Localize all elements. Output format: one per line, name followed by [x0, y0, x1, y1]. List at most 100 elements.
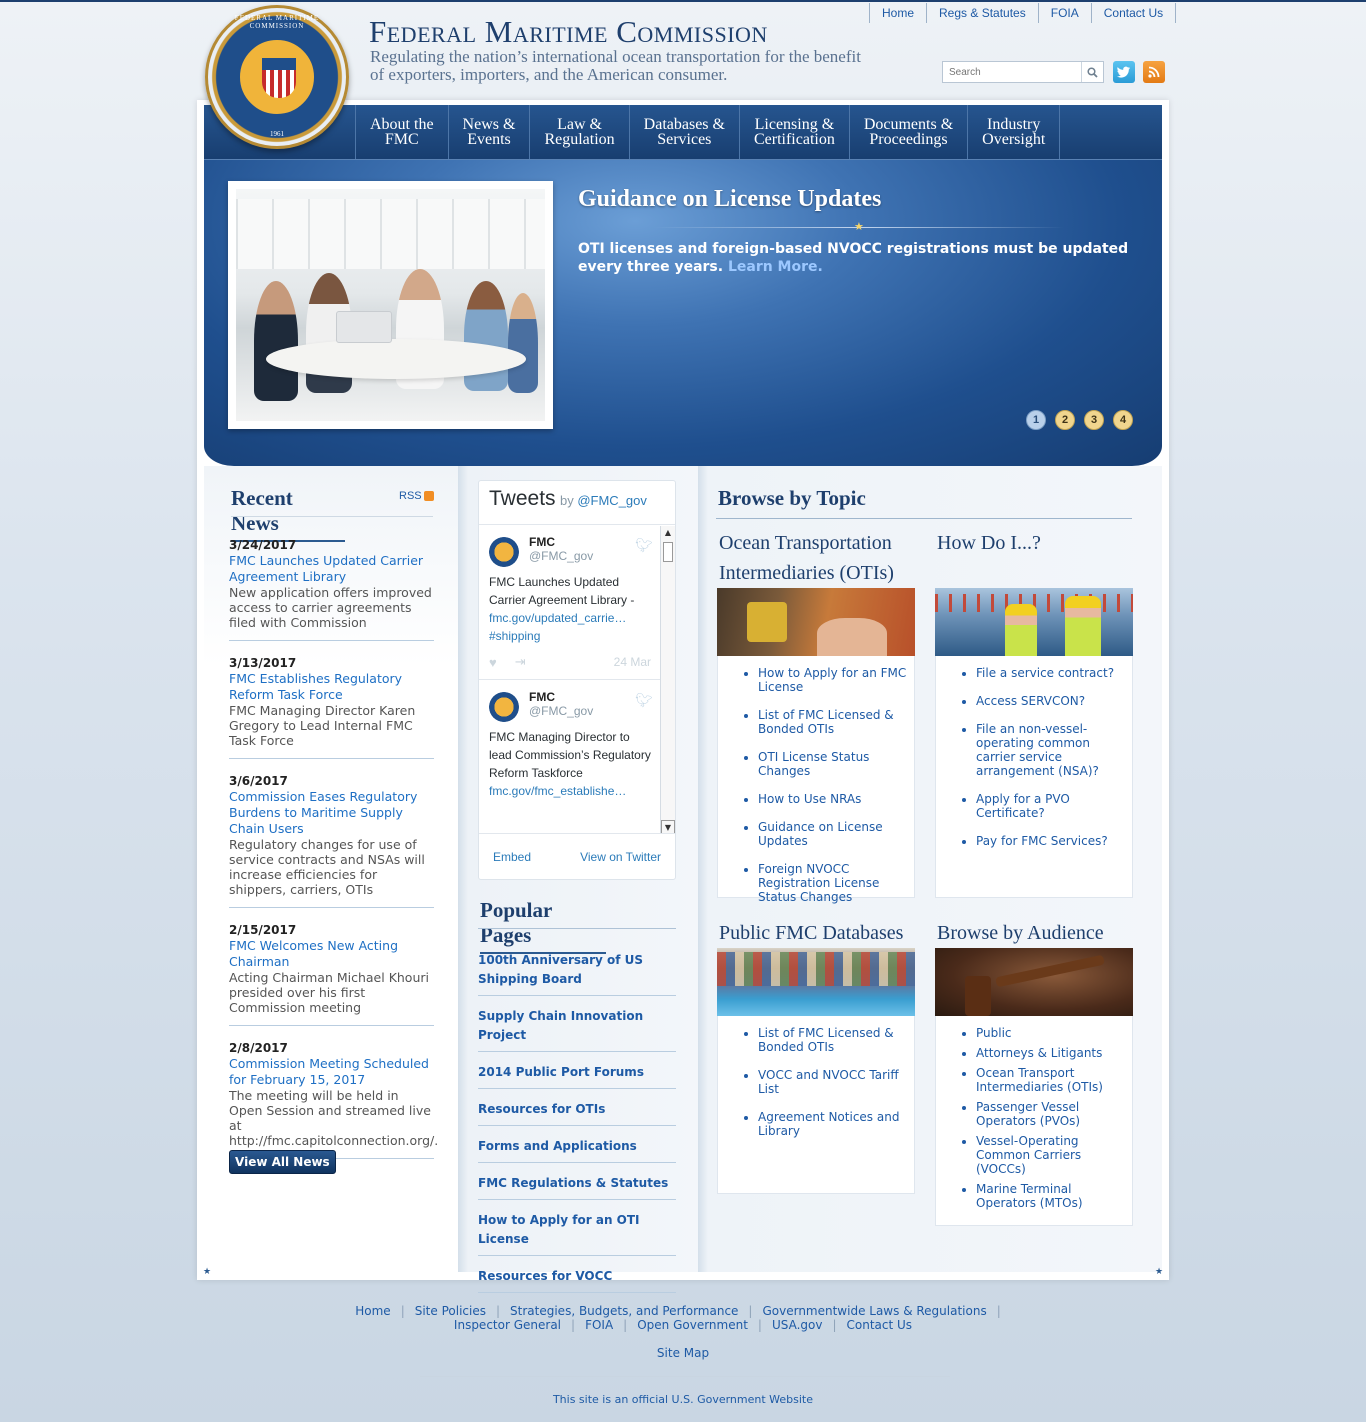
- topic-link[interactable]: Passenger Vessel Operators (PVOs): [976, 1100, 1080, 1128]
- popular-page-link[interactable]: Resources for OTIs: [478, 1102, 605, 1116]
- site-map-link[interactable]: Site Map: [657, 1346, 709, 1360]
- util-foia-link[interactable]: FOIA: [1039, 3, 1092, 23]
- news-title-link[interactable]: Commission Eases Regulatory Burdens to M…: [229, 789, 434, 837]
- tweets-scrollbar[interactable]: ▲ ▼: [660, 526, 675, 834]
- hero-photo-frame[interactable]: [228, 181, 553, 429]
- popular-page-link[interactable]: Forms and Applications: [478, 1139, 637, 1153]
- tweets-handle-link[interactable]: @FMC_gov: [577, 493, 647, 508]
- view-all-news-button[interactable]: View All News: [229, 1150, 336, 1174]
- topic-link[interactable]: How to Use NRAs: [758, 792, 861, 806]
- footer-link[interactable]: Inspector General: [454, 1318, 561, 1332]
- topic-link[interactable]: Access SERVCON?: [976, 694, 1085, 708]
- avatar[interactable]: [489, 537, 519, 567]
- recent-news-rss-link[interactable]: RSS: [399, 490, 434, 502]
- slide-dot-4[interactable]: 4: [1113, 410, 1133, 430]
- topic-title[interactable]: How Do I...?: [935, 528, 1133, 588]
- rss-button[interactable]: [1143, 61, 1165, 83]
- embed-link[interactable]: Embed: [493, 850, 531, 864]
- topic-image-forklift[interactable]: [717, 588, 915, 656]
- tweet-author-handle[interactable]: @FMC_gov: [529, 704, 651, 718]
- footer-link[interactable]: Open Government: [637, 1318, 748, 1332]
- twitter-button[interactable]: [1113, 61, 1135, 83]
- footer-link[interactable]: Strategies, Budgets, and Performance: [510, 1304, 738, 1318]
- scrollbar-thumb[interactable]: [663, 542, 673, 562]
- popular-page-link[interactable]: FMC Regulations & Statutes: [478, 1176, 668, 1190]
- topic-link[interactable]: Guidance on License Updates: [758, 820, 883, 848]
- share-icon[interactable]: ⇥: [515, 654, 526, 670]
- topic-link[interactable]: VOCC and NVOCC Tariff List: [758, 1068, 899, 1096]
- footer-link[interactable]: FOIA: [585, 1318, 613, 1332]
- slide-dot-3[interactable]: 3: [1084, 410, 1104, 430]
- topic-link[interactable]: List of FMC Licensed & Bonded OTIs: [758, 708, 894, 736]
- topic-link[interactable]: File an non-vessel-operating common carr…: [976, 722, 1099, 778]
- news-title-link[interactable]: FMC Welcomes New Acting Chairman: [229, 938, 434, 970]
- topic-link[interactable]: Agreement Notices and Library: [758, 1110, 899, 1138]
- list-item: Resources for OTIs: [478, 1093, 676, 1126]
- popular-page-link[interactable]: Resources for VOCC: [478, 1269, 612, 1283]
- util-home-link[interactable]: Home: [870, 3, 928, 23]
- fmc-seal-logo[interactable]: FEDERAL MARITIME COMMISSION 1961: [205, 5, 349, 149]
- tweet-author-handle[interactable]: @FMC_gov: [529, 549, 651, 563]
- search-button[interactable]: [1081, 62, 1103, 82]
- hero-title[interactable]: Guidance on License Updates: [578, 186, 881, 213]
- topic-image-cargo-ship[interactable]: [717, 948, 915, 1016]
- popular-page-link[interactable]: Supply Chain Innovation Project: [478, 1009, 643, 1042]
- topic-title[interactable]: Ocean Transportation Intermediaries (OTI…: [717, 528, 915, 588]
- topic-link[interactable]: OTI License Status Changes: [758, 750, 869, 778]
- topic-link[interactable]: Apply for a PVO Certificate?: [976, 792, 1070, 820]
- heart-icon[interactable]: ♥: [489, 655, 497, 670]
- util-regs-link[interactable]: Regs & Statutes: [927, 3, 1039, 23]
- topic-link[interactable]: Public: [976, 1026, 1012, 1040]
- view-on-twitter-link[interactable]: View on Twitter: [580, 850, 661, 864]
- footer-link[interactable]: Governmentwide Laws & Regulations: [762, 1304, 986, 1318]
- popular-page-link[interactable]: How to Apply for an OTI License: [478, 1213, 640, 1246]
- footer-link[interactable]: Contact Us: [847, 1318, 913, 1332]
- topic-image-port-workers[interactable]: [935, 588, 1133, 656]
- nav-industry-oversight[interactable]: Industry Oversight: [967, 105, 1061, 159]
- topic-title[interactable]: Browse by Audience: [935, 918, 1133, 948]
- topic-link[interactable]: Vessel-Operating Common Carriers (VOCCs): [976, 1134, 1081, 1176]
- scroll-down-icon[interactable]: ▼: [661, 820, 675, 834]
- scroll-up-icon[interactable]: ▲: [661, 526, 675, 540]
- search-input[interactable]: [943, 62, 1081, 82]
- site-title[interactable]: Federal Maritime Commission: [369, 14, 768, 50]
- twitter-bird-icon[interactable]: 🐦︎: [635, 537, 653, 554]
- util-contact-link[interactable]: Contact Us: [1092, 3, 1177, 23]
- footer-link[interactable]: USA.gov: [772, 1318, 823, 1332]
- nav-documents-proceedings[interactable]: Documents & Proceedings: [848, 105, 967, 159]
- footer-link[interactable]: Home: [355, 1304, 390, 1318]
- tweet-author-name[interactable]: FMC: [529, 690, 651, 704]
- tweet-date[interactable]: 24 Mar: [614, 655, 651, 669]
- topic-link[interactable]: Marine Terminal Operators (MTOs): [976, 1182, 1083, 1210]
- topic-link[interactable]: Attorneys & Litigants: [976, 1046, 1102, 1060]
- slide-dot-2[interactable]: 2: [1055, 410, 1075, 430]
- topic-link[interactable]: Ocean Transport Intermediaries (OTIs): [976, 1066, 1103, 1094]
- popular-page-link[interactable]: 100th Anniversary of US Shipping Board: [478, 953, 643, 986]
- topic-title[interactable]: Public FMC Databases: [717, 918, 915, 948]
- recent-news-title: Recent News: [231, 486, 345, 542]
- news-title-link[interactable]: FMC Launches Updated Carrier Agreement L…: [229, 553, 434, 585]
- twitter-bird-icon[interactable]: 🐦︎: [635, 692, 653, 709]
- popular-page-link[interactable]: 2014 Public Port Forums: [478, 1065, 644, 1079]
- footer-link[interactable]: Site Policies: [415, 1304, 486, 1318]
- topic-link[interactable]: Pay for FMC Services?: [976, 834, 1108, 848]
- news-title-link[interactable]: FMC Establishes Regulatory Reform Task F…: [229, 671, 434, 703]
- topic-link[interactable]: File a service contract?: [976, 666, 1114, 680]
- tweet-link[interactable]: fmc.gov/fmc_establishe…: [489, 782, 651, 800]
- nav-licensing-certification[interactable]: Licensing & Certification: [738, 105, 849, 159]
- topic-link[interactable]: How to Apply for an FMC License: [758, 666, 906, 694]
- slide-dot-1[interactable]: 1: [1026, 410, 1046, 430]
- nav-news-events[interactable]: News & Events: [447, 105, 530, 159]
- topic-link[interactable]: List of FMC Licensed & Bonded OTIs: [758, 1026, 894, 1054]
- nav-law-regulation[interactable]: Law & Regulation: [529, 105, 628, 159]
- tweet-author-name[interactable]: FMC: [529, 535, 651, 549]
- news-title-link[interactable]: Commission Meeting Scheduled for Februar…: [229, 1056, 434, 1088]
- topic-image-gavel[interactable]: [935, 948, 1133, 1016]
- avatar[interactable]: [489, 692, 519, 722]
- tweet-hashtag[interactable]: #shipping: [489, 627, 651, 645]
- nav-databases-services[interactable]: Databases & Services: [628, 105, 739, 159]
- tweet-link[interactable]: fmc.gov/updated_carrie…: [489, 609, 651, 627]
- hero-learn-more-link[interactable]: Learn More.: [728, 259, 823, 275]
- nav-about[interactable]: About the FMC: [355, 105, 448, 159]
- topic-link[interactable]: Foreign NVOCC Registration License Statu…: [758, 862, 879, 904]
